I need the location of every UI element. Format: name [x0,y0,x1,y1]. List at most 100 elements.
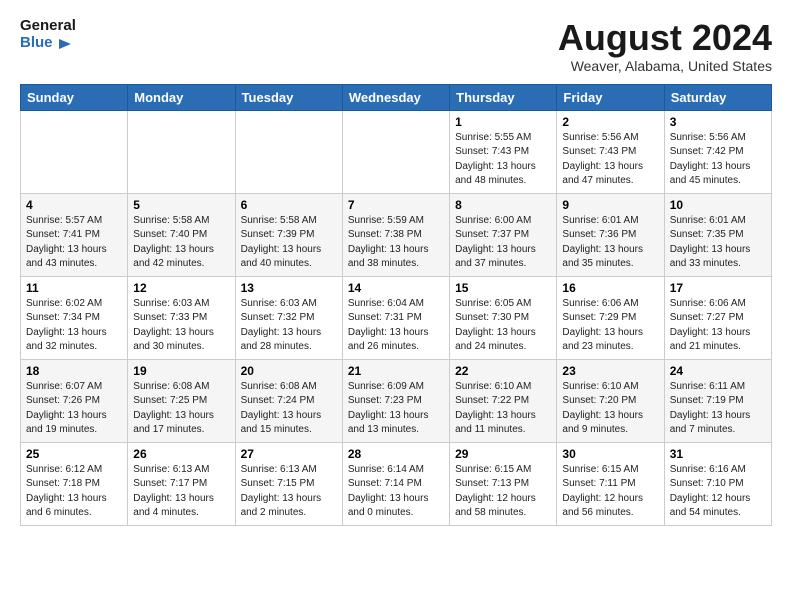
day-number: 11 [26,281,122,295]
calendar-week: 1 Sunrise: 5:55 AM Sunset: 7:43 PM Daylig… [21,110,772,193]
calendar-day: 7 Sunrise: 5:59 AM Sunset: 7:38 PM Daylig… [342,193,449,276]
day-info: Sunrise: 5:56 AM Sunset: 7:43 PM Dayligh… [562,131,658,189]
calendar-day: 24 Sunrise: 6:11 AM Sunset: 7:19 PM Dayli… [664,359,771,442]
day-number: 18 [26,364,122,378]
day-number: 2 [562,115,658,129]
calendar-week: 18Sunrise: 6:07 AM Sunset: 7:26 PM Dayli… [21,359,772,442]
day-number: 3 [670,115,766,129]
day-info: Sunrise: 6:08 AM Sunset: 7:24 PM Dayligh… [241,380,337,438]
day-number: 22 [455,364,551,378]
calendar-day: 12Sunrise: 6:03 AM Sunset: 7:33 PM Dayli… [128,276,235,359]
logo-arrow-icon [55,35,73,53]
day-info: Sunrise: 6:10 AM Sunset: 7:20 PM Dayligh… [562,380,658,438]
page: General Blue August 2024 Weaver, Alabama… [0,0,792,536]
weekday-header: Tuesday [235,84,342,110]
calendar-day [342,110,449,193]
day-info: Sunrise: 6:08 AM Sunset: 7:25 PM Dayligh… [133,380,229,438]
day-number: 7 [348,198,444,212]
calendar-day: 18Sunrise: 6:07 AM Sunset: 7:26 PM Dayli… [21,359,128,442]
calendar-day: 27 Sunrise: 6:13 AM Sunset: 7:15 PM Dayli… [235,442,342,525]
calendar-day: 9 Sunrise: 6:01 AM Sunset: 7:36 PM Daylig… [557,193,664,276]
calendar-day: 19 Sunrise: 6:08 AM Sunset: 7:25 PM Dayli… [128,359,235,442]
day-number: 15 [455,281,551,295]
calendar-day: 17Sunrise: 6:06 AM Sunset: 7:27 PM Dayli… [664,276,771,359]
calendar-day: 14Sunrise: 6:04 AM Sunset: 7:31 PM Dayli… [342,276,449,359]
day-info: Sunrise: 6:14 AM Sunset: 7:14 PM Dayligh… [348,463,444,521]
day-info: Sunrise: 6:01 AM Sunset: 7:35 PM Dayligh… [670,214,766,272]
day-number: 21 [348,364,444,378]
calendar-day: 28 Sunrise: 6:14 AM Sunset: 7:14 PM Dayli… [342,442,449,525]
day-info: Sunrise: 6:15 AM Sunset: 7:11 PM Dayligh… [562,463,658,521]
day-info: Sunrise: 6:00 AM Sunset: 7:37 PM Dayligh… [455,214,551,272]
day-number: 29 [455,447,551,461]
weekday-header: Monday [128,84,235,110]
calendar-day: 3 Sunrise: 5:56 AM Sunset: 7:42 PM Daylig… [664,110,771,193]
day-number: 10 [670,198,766,212]
calendar-week: 11Sunrise: 6:02 AM Sunset: 7:34 PM Dayli… [21,276,772,359]
calendar-day: 10 Sunrise: 6:01 AM Sunset: 7:35 PM Dayli… [664,193,771,276]
calendar-day: 5 Sunrise: 5:58 AM Sunset: 7:40 PM Daylig… [128,193,235,276]
calendar-day [21,110,128,193]
day-number: 14 [348,281,444,295]
day-info: Sunrise: 6:05 AM Sunset: 7:30 PM Dayligh… [455,297,551,355]
day-number: 1 [455,115,551,129]
weekday-header: Thursday [450,84,557,110]
day-info: Sunrise: 6:11 AM Sunset: 7:19 PM Dayligh… [670,380,766,438]
day-info: Sunrise: 5:55 AM Sunset: 7:43 PM Dayligh… [455,131,551,189]
day-info: Sunrise: 6:01 AM Sunset: 7:36 PM Dayligh… [562,214,658,272]
header-row: SundayMondayTuesdayWednesdayThursdayFrid… [21,84,772,110]
day-number: 24 [670,364,766,378]
day-info: Sunrise: 6:13 AM Sunset: 7:17 PM Dayligh… [133,463,229,521]
day-info: Sunrise: 5:58 AM Sunset: 7:39 PM Dayligh… [241,214,337,272]
calendar-day: 15 Sunrise: 6:05 AM Sunset: 7:30 PM Dayli… [450,276,557,359]
month-title: August 2024 [558,18,772,58]
day-number: 9 [562,198,658,212]
day-number: 23 [562,364,658,378]
calendar-day: 8Sunrise: 6:00 AM Sunset: 7:37 PM Daylig… [450,193,557,276]
day-info: Sunrise: 5:57 AM Sunset: 7:41 PM Dayligh… [26,214,122,272]
day-number: 4 [26,198,122,212]
calendar-week: 4 Sunrise: 5:57 AM Sunset: 7:41 PM Daylig… [21,193,772,276]
logo: General Blue [20,18,76,53]
day-number: 5 [133,198,229,212]
weekday-header: Friday [557,84,664,110]
day-number: 17 [670,281,766,295]
calendar-day: 29 Sunrise: 6:15 AM Sunset: 7:13 PM Dayli… [450,442,557,525]
calendar-day: 1 Sunrise: 5:55 AM Sunset: 7:43 PM Daylig… [450,110,557,193]
logo-general: General [20,18,76,35]
day-info: Sunrise: 6:16 AM Sunset: 7:10 PM Dayligh… [670,463,766,521]
day-info: Sunrise: 6:13 AM Sunset: 7:15 PM Dayligh… [241,463,337,521]
day-number: 16 [562,281,658,295]
calendar-day: 11Sunrise: 6:02 AM Sunset: 7:34 PM Dayli… [21,276,128,359]
header: General Blue August 2024 Weaver, Alabama… [20,18,772,74]
calendar-day: 21 Sunrise: 6:09 AM Sunset: 7:23 PM Dayli… [342,359,449,442]
logo-blue: Blue [20,35,73,53]
calendar-day: 31 Sunrise: 6:16 AM Sunset: 7:10 PM Dayli… [664,442,771,525]
calendar-day: 4 Sunrise: 5:57 AM Sunset: 7:41 PM Daylig… [21,193,128,276]
day-info: Sunrise: 6:03 AM Sunset: 7:33 PM Dayligh… [133,297,229,355]
calendar-week: 25Sunrise: 6:12 AM Sunset: 7:18 PM Dayli… [21,442,772,525]
calendar-day [128,110,235,193]
calendar-day: 16 Sunrise: 6:06 AM Sunset: 7:29 PM Dayli… [557,276,664,359]
day-info: Sunrise: 5:56 AM Sunset: 7:42 PM Dayligh… [670,131,766,189]
day-number: 19 [133,364,229,378]
calendar-day: 22Sunrise: 6:10 AM Sunset: 7:22 PM Dayli… [450,359,557,442]
day-number: 28 [348,447,444,461]
title-block: August 2024 Weaver, Alabama, United Stat… [558,18,772,74]
day-number: 30 [562,447,658,461]
logo-mark: General Blue [20,18,76,53]
weekday-header: Wednesday [342,84,449,110]
day-info: Sunrise: 5:58 AM Sunset: 7:40 PM Dayligh… [133,214,229,272]
calendar-day: 6Sunrise: 5:58 AM Sunset: 7:39 PM Daylig… [235,193,342,276]
calendar-day: 2 Sunrise: 5:56 AM Sunset: 7:43 PM Daylig… [557,110,664,193]
day-number: 27 [241,447,337,461]
calendar-day: 13Sunrise: 6:03 AM Sunset: 7:32 PM Dayli… [235,276,342,359]
day-info: Sunrise: 5:59 AM Sunset: 7:38 PM Dayligh… [348,214,444,272]
day-info: Sunrise: 6:06 AM Sunset: 7:29 PM Dayligh… [562,297,658,355]
day-info: Sunrise: 6:15 AM Sunset: 7:13 PM Dayligh… [455,463,551,521]
day-info: Sunrise: 6:09 AM Sunset: 7:23 PM Dayligh… [348,380,444,438]
calendar: SundayMondayTuesdayWednesdayThursdayFrid… [20,84,772,526]
calendar-day [235,110,342,193]
day-info: Sunrise: 6:12 AM Sunset: 7:18 PM Dayligh… [26,463,122,521]
day-number: 31 [670,447,766,461]
